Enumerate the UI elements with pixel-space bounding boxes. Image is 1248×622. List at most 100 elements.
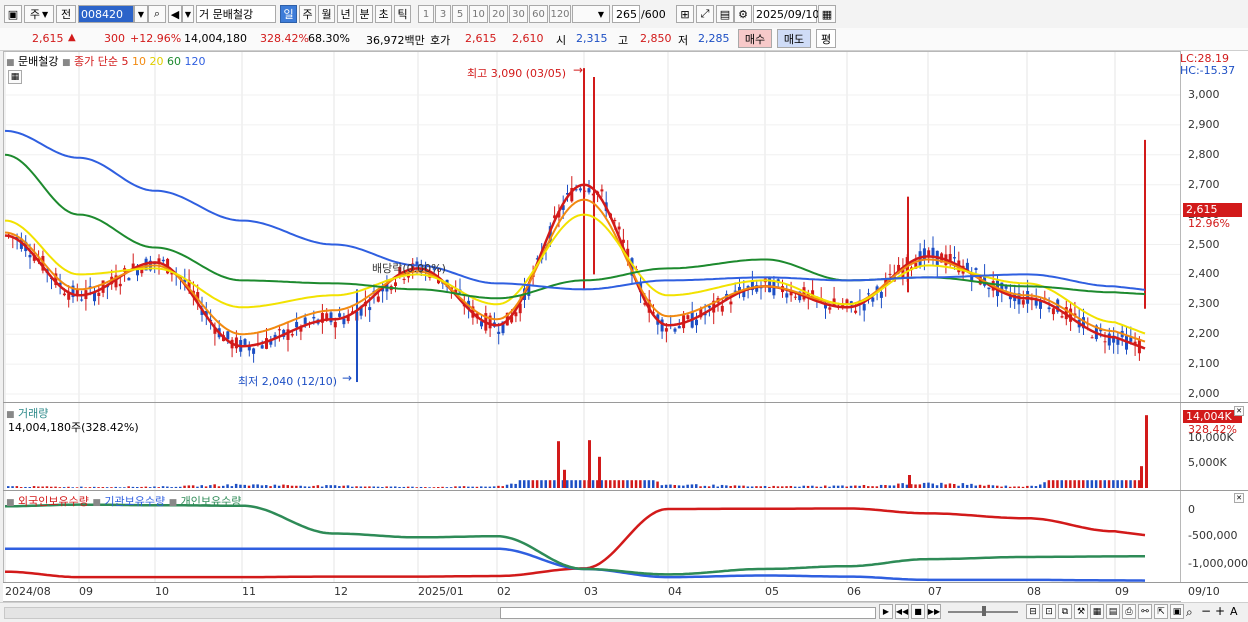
calculator-icon[interactable]: ▦ xyxy=(8,70,22,84)
volume-bar xyxy=(983,485,986,488)
hc-value: HC:-15.37 xyxy=(1180,64,1236,77)
volume-bar xyxy=(290,485,294,488)
volume-bar xyxy=(179,486,182,488)
scroll-thumb[interactable] xyxy=(500,607,876,619)
volume-bar xyxy=(174,486,178,488)
candle-body xyxy=(854,310,858,313)
candle-body xyxy=(497,331,501,334)
volume-bar xyxy=(385,486,388,488)
volume-bar xyxy=(501,486,504,488)
panel-divider[interactable] xyxy=(3,402,1248,403)
volume-spike xyxy=(1145,415,1148,488)
font-size-icon[interactable]: A xyxy=(1230,605,1238,618)
volume-bar xyxy=(454,486,457,488)
volume-bar xyxy=(716,486,719,488)
volume-bar xyxy=(927,482,930,488)
volume-bar xyxy=(548,480,552,488)
volume-bar xyxy=(772,485,775,488)
volume-bar xyxy=(1064,480,1068,488)
volume-bar xyxy=(226,484,229,488)
layout-icon[interactable]: ⊟ xyxy=(1026,604,1040,619)
panel-close-icon[interactable]: ✕ xyxy=(1234,406,1244,416)
volume-bar xyxy=(1116,480,1119,488)
volume-bar xyxy=(729,485,732,488)
candle-body xyxy=(953,257,956,259)
volume-bar xyxy=(415,487,418,488)
volume-bar xyxy=(80,486,83,488)
volume-bar xyxy=(1039,484,1042,488)
candle-body xyxy=(785,293,789,298)
arrow-right-icon: → xyxy=(342,371,353,385)
window-icon[interactable]: ▣ xyxy=(1170,604,1184,619)
zoom-in-icon[interactable]: + xyxy=(1215,604,1225,618)
volume-bar xyxy=(566,480,569,488)
volume-bar xyxy=(626,480,629,488)
print-icon[interactable]: ⎙ xyxy=(1122,604,1136,619)
volume-spike xyxy=(588,440,591,488)
volume-bar xyxy=(540,480,543,488)
individual-holding-label: 개인보유수량 xyxy=(180,495,242,508)
volume-bar xyxy=(402,486,406,488)
zoom-slider-handle[interactable] xyxy=(982,606,986,616)
volume-bar xyxy=(1069,480,1072,488)
export-icon[interactable]: ⇱ xyxy=(1154,604,1168,619)
candle-body xyxy=(772,281,776,296)
candle-body xyxy=(695,319,698,326)
volume-bar xyxy=(497,485,500,488)
volume-bar xyxy=(682,485,685,488)
candle-body xyxy=(879,291,883,298)
volume-bar xyxy=(144,486,148,488)
zoom-search-icon[interactable]: ⌕ xyxy=(1186,605,1193,620)
volume-bar xyxy=(230,486,234,488)
copy-icon[interactable]: ⧉ xyxy=(1058,604,1072,619)
table-icon[interactable]: ▤ xyxy=(1106,604,1120,619)
fast-forward-icon[interactable]: ▶▶ xyxy=(927,604,941,619)
x-axis-label: 09 xyxy=(79,585,93,598)
volume-bar xyxy=(789,485,793,488)
scroll-right-icon[interactable]: ▶ xyxy=(879,604,893,619)
low-annotation: 최저 2,040 (12/10) xyxy=(238,375,338,388)
volume-bar xyxy=(1013,486,1016,488)
volume-bar xyxy=(467,486,470,488)
volume-bar xyxy=(1120,480,1124,488)
volume-bar xyxy=(62,487,66,488)
candle-body xyxy=(729,301,733,305)
stop-icon[interactable]: ■ xyxy=(911,604,925,619)
split-icon[interactable]: ⊡ xyxy=(1042,604,1056,619)
volume-bar xyxy=(914,484,917,488)
volume-bar xyxy=(1125,480,1128,488)
rewind-icon[interactable]: ◀◀ xyxy=(895,604,909,619)
volume-bar xyxy=(871,486,874,488)
candle-body xyxy=(127,277,131,281)
candle-body xyxy=(303,317,307,324)
volume-bar xyxy=(368,486,371,488)
volume-bar xyxy=(419,486,423,488)
candle-body xyxy=(617,226,621,230)
panel-close-icon[interactable]: ✕ xyxy=(1234,493,1244,503)
volume-bar xyxy=(458,486,461,488)
volume-bar xyxy=(1107,480,1111,488)
panel-divider[interactable] xyxy=(3,490,1248,491)
volume-bar xyxy=(101,487,105,488)
volume-bar xyxy=(987,484,990,488)
volume-bar xyxy=(1004,485,1008,488)
candle-body xyxy=(1090,337,1094,339)
volume-bar xyxy=(621,480,625,488)
link-icon[interactable]: ⚯ xyxy=(1138,604,1152,619)
bottom-scrollbar[interactable]: ▶ ◀◀ ■ ▶▶ ⊟ ⊡ ⧉ ⚒ ▦ ▤ ⎙ ⚯ ⇱ ▣ ⌕ − + A xyxy=(0,602,1248,622)
volume-bar xyxy=(260,485,264,488)
price-axis-tick: 2,700 xyxy=(1188,177,1220,191)
tools-icon[interactable]: ⚒ xyxy=(1074,604,1088,619)
volume-bar xyxy=(996,485,999,488)
grid-icon[interactable]: ▦ xyxy=(1090,604,1104,619)
candle-body xyxy=(1103,341,1107,343)
volume-bar xyxy=(110,487,113,488)
volume-bar xyxy=(209,485,212,488)
volume-bar xyxy=(445,487,449,488)
volume-bar xyxy=(50,486,53,488)
volume-bar xyxy=(123,487,126,488)
zoom-out-icon[interactable]: − xyxy=(1201,604,1211,618)
x-axis-label: 06 xyxy=(847,585,861,598)
volume-bar xyxy=(191,485,195,488)
chart-canvas[interactable] xyxy=(0,0,1248,621)
